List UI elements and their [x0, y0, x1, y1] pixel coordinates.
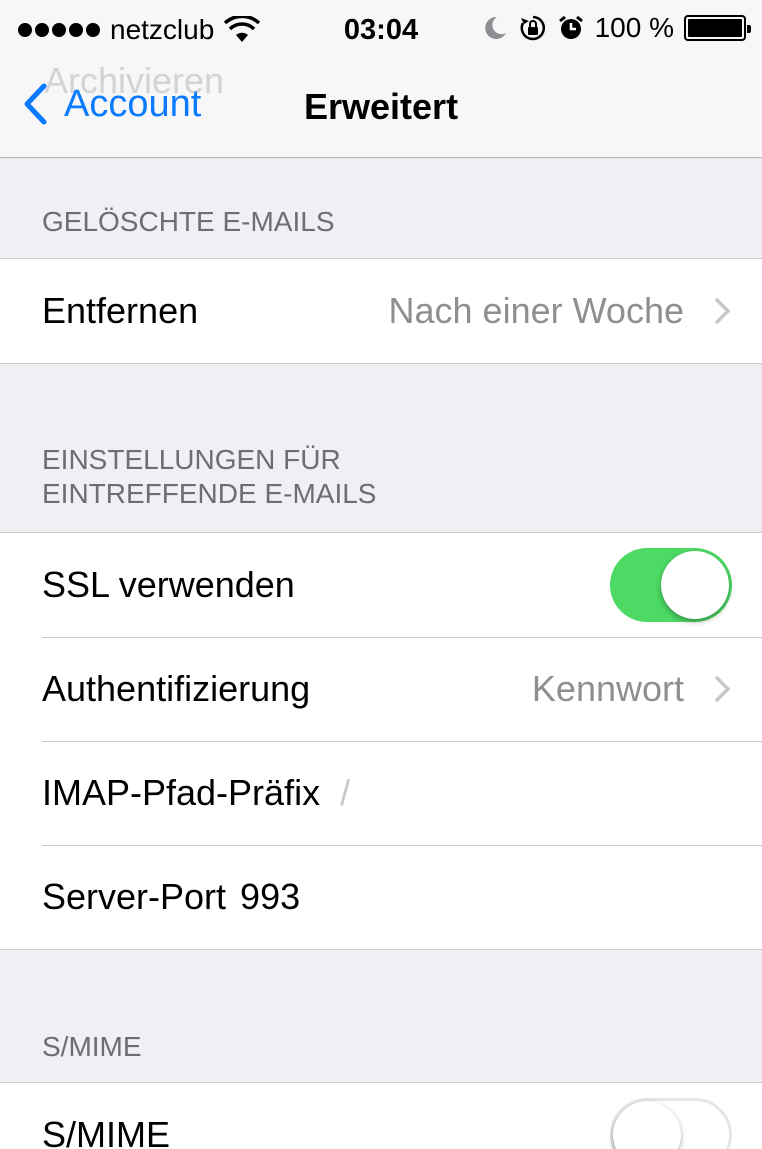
remove-value: Nach einer Woche [388, 290, 685, 331]
section-header-incoming-line2: EINTREFFENDE E-MAILS [42, 478, 377, 509]
page-title: Erweitert [304, 86, 459, 127]
cell-use-ssl: SSL verwenden [0, 533, 762, 637]
imap-path-prefix-field[interactable]: / [340, 772, 350, 814]
server-port-label: Server-Port [42, 876, 227, 917]
navigation-bar: Archivieren Account Erweitert [0, 60, 762, 158]
section-header-incoming-mails: EINSTELLUNGEN FÜR EINTREFFENDE E-MAILS [0, 443, 762, 511]
chevron-left-icon [24, 83, 47, 125]
server-port-field[interactable]: 993 [240, 876, 300, 918]
chevron-right-icon [715, 676, 731, 702]
use-ssl-toggle[interactable] [610, 548, 732, 622]
smime-toggle[interactable] [610, 1098, 732, 1149]
section-header-smime: S/MIME [42, 1031, 142, 1062]
status-bar: netzclub 03:04 100 % [0, 0, 762, 60]
imap-path-prefix-label: IMAP-Pfad-Präfix [42, 772, 321, 813]
back-button[interactable]: Account [22, 82, 201, 126]
remove-label: Entfernen [42, 290, 199, 331]
authentication-value: Kennwort [531, 668, 684, 709]
cell-remove[interactable]: Entfernen Nach einer Woche [0, 259, 762, 363]
toggle-knob [613, 1101, 681, 1149]
section-header-deleted-mails: GELÖSCHTE E-MAILS [42, 206, 335, 237]
cell-smime: S/MIME [0, 1083, 762, 1149]
group-incoming-mails: SSL verwenden Authentifizierung Kennwort… [0, 532, 762, 950]
smime-label: S/MIME [42, 1114, 171, 1149]
cell-authentication[interactable]: Authentifizierung Kennwort [0, 637, 762, 741]
section-header-incoming-line1: EINSTELLUNGEN FÜR [42, 444, 341, 475]
cell-imap-path-prefix[interactable]: IMAP-Pfad-Präfix / [0, 741, 762, 845]
battery-percent: 100 % [594, 12, 674, 43]
battery-icon [684, 15, 751, 41]
toggle-knob [661, 551, 729, 619]
moon-icon [484, 16, 506, 39]
use-ssl-label: SSL verwenden [42, 564, 295, 605]
chevron-right-icon [715, 298, 731, 324]
back-button-label: Account [64, 82, 202, 125]
group-smime: S/MIME [0, 1082, 762, 1149]
alarm-icon [558, 15, 583, 39]
rotation-lock-icon [520, 15, 545, 41]
status-right: 100 % [481, 12, 751, 44]
cell-server-port[interactable]: Server-Port 993 [0, 845, 762, 949]
authentication-label: Authentifizierung [42, 668, 311, 709]
group-deleted-mails: Entfernen Nach einer Woche [0, 258, 762, 364]
